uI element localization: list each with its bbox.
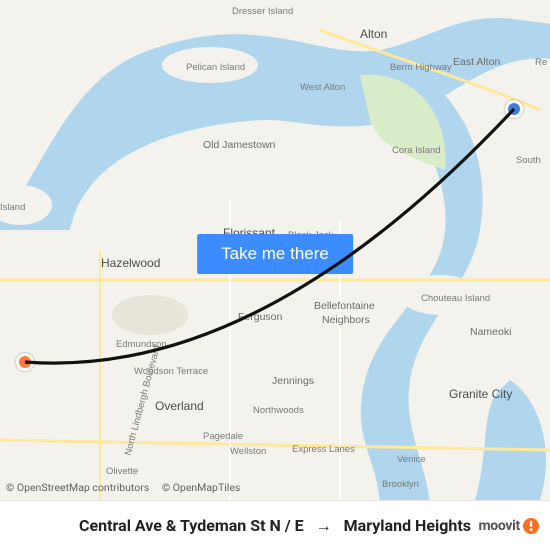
- footer-bar: Central Ave & Tydeman St N / E → Marylan…: [0, 500, 550, 550]
- origin-label: Central Ave & Tydeman St N / E: [79, 516, 304, 535]
- city-label: Pelican Island: [186, 62, 245, 73]
- city-label: Jennings: [272, 375, 314, 387]
- city-label: Venice: [397, 454, 426, 465]
- city-label: Ferguson: [238, 311, 282, 323]
- city-label: Pagedale: [203, 431, 243, 442]
- city-label: Cora Island: [392, 145, 441, 156]
- city-label: Neighbors: [322, 314, 370, 326]
- city-label: Granite City: [449, 387, 512, 401]
- city-label: Express Lanes: [292, 444, 355, 455]
- map-container[interactable]: Alton East Alton Dresser Island Pelican Isl…: [0, 0, 550, 500]
- city-label: Chouteau Island: [421, 293, 490, 304]
- city-label: Olivette: [106, 466, 138, 477]
- city-label: Northwoods: [253, 405, 304, 416]
- city-label: Berm Highway: [390, 62, 452, 73]
- city-label: Island: [0, 202, 25, 213]
- city-label: Hazelwood: [101, 256, 160, 270]
- destination-pin[interactable]: [16, 353, 34, 371]
- city-label: West Alton: [300, 82, 345, 93]
- arrow-icon: →: [316, 516, 332, 536]
- city-label: Dresser Island: [232, 6, 293, 17]
- city-label: Old Jamestown: [203, 139, 275, 151]
- city-label: South: [516, 155, 541, 166]
- city-label: East Alton: [453, 56, 500, 68]
- map-attribution: © OpenStreetMap contributors © OpenMapTi…: [6, 481, 250, 494]
- city-label: Alton: [360, 27, 387, 41]
- city-label: Re: [535, 57, 547, 68]
- city-label: Brooklyn: [382, 479, 419, 490]
- origin-pin[interactable]: [505, 100, 523, 118]
- city-label: Overland: [155, 399, 204, 413]
- attribution-omt: © OpenMapTiles: [162, 481, 240, 494]
- take-me-there-button[interactable]: Take me there: [197, 234, 353, 274]
- destination-label: Maryland Heights: [344, 516, 471, 535]
- brand-badge: moovit: [478, 517, 540, 535]
- attribution-osm: © OpenStreetMap contributors: [6, 481, 149, 494]
- city-label: Bellefontaine: [314, 300, 375, 312]
- brand-icon: [522, 517, 540, 535]
- city-label: Wellston: [230, 446, 266, 457]
- city-label: Nameoki: [470, 326, 511, 338]
- brand-text: moovit: [478, 518, 520, 534]
